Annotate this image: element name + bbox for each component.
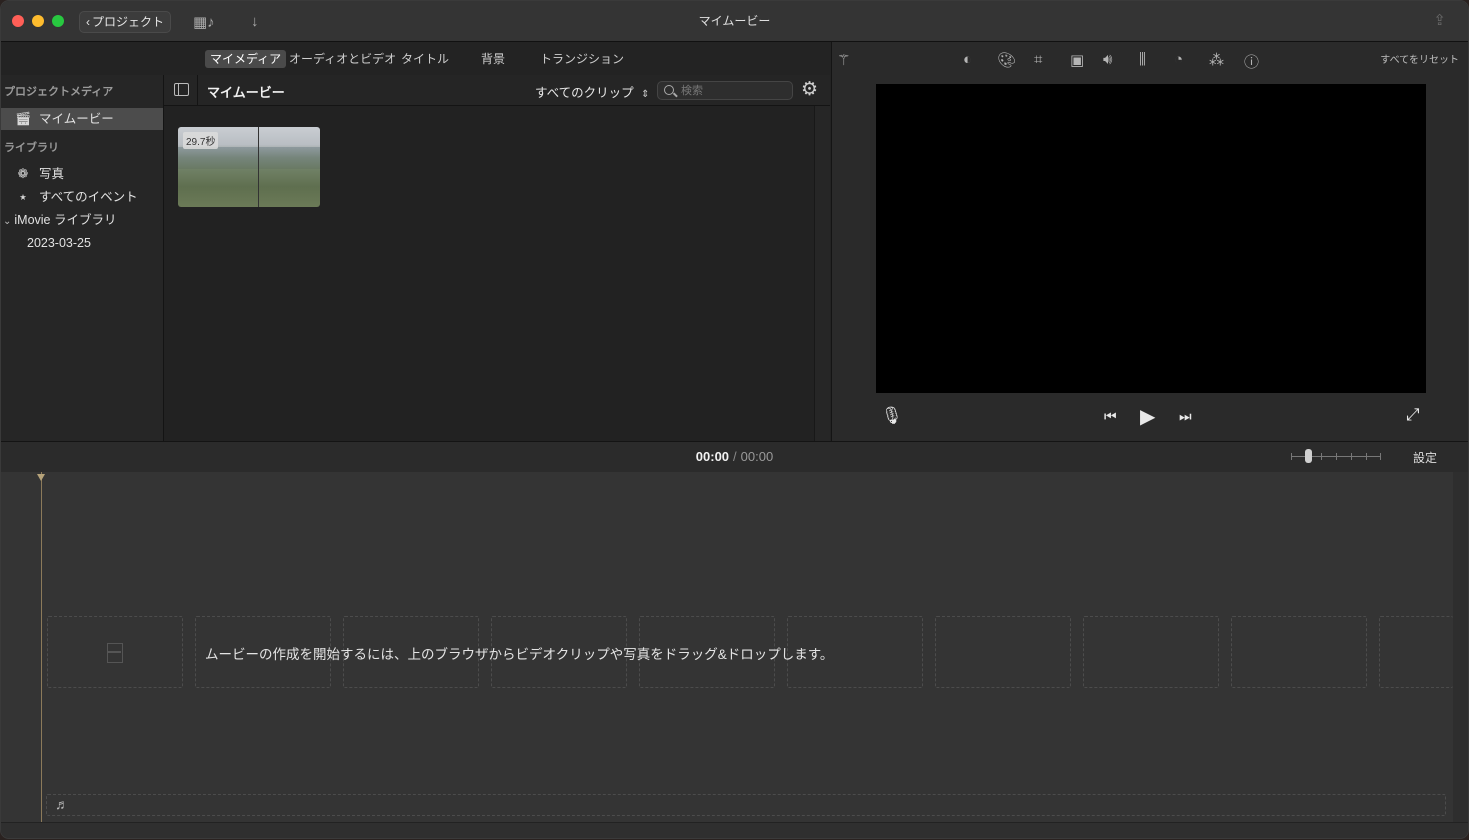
sidebar-item-label: マイムービー	[39, 112, 114, 126]
clip-divider	[258, 127, 259, 207]
video-clip-thumbnail[interactable]: 29.7秒	[178, 127, 320, 207]
info-icon[interactable]: ⓘ	[1244, 51, 1259, 72]
photos-flower-icon: ❁	[17, 166, 29, 181]
filter-icon[interactable]: ⁂	[1209, 51, 1224, 69]
timeline[interactable]: ムービーの作成を開始するには、上のブラウザからビデオクリップや写真をドラッグ&ド…	[1, 472, 1468, 838]
sidebar-item-label: 2023-03-25	[27, 236, 91, 250]
timeline-settings-button[interactable]: 設定	[1413, 449, 1437, 466]
imovie-window: ‹ プロジェクト ▦♪ ↓ マイムービー ⇪ マイメディア オーディオとビデオ タ…	[0, 0, 1469, 839]
sidebar-item-label: 写真	[39, 167, 65, 181]
search-icon	[664, 85, 674, 95]
up-down-chevron-icon: ⇕	[641, 89, 650, 100]
slider-tick	[1351, 453, 1352, 460]
volume-icon[interactable]: 🔊︎	[1103, 51, 1112, 68]
time-separator: /	[733, 449, 737, 464]
clip-placeholder	[1231, 616, 1367, 688]
sidebar-item-label: すべてのイベント	[39, 190, 138, 204]
search-input[interactable]	[681, 83, 786, 98]
tab-titles[interactable]: タイトル	[396, 50, 454, 68]
slider-knob[interactable]	[1305, 449, 1312, 463]
slider-tick	[1380, 453, 1381, 460]
share-icon[interactable]: ⇪	[1433, 11, 1446, 29]
video-preview	[876, 84, 1426, 393]
browser-tabs: マイメディア オーディオとビデオ タイトル 背景 トランジション	[1, 42, 830, 74]
magic-wand-icon[interactable]: ⚚	[837, 51, 850, 69]
chevron-down-icon[interactable]: ⌄	[3, 216, 11, 227]
clip-placeholder	[1083, 616, 1219, 688]
crop-icon[interactable]: ⌗	[1034, 51, 1042, 68]
library-header: ライブラリ	[4, 142, 59, 154]
tab-my-media[interactable]: マイメディア	[205, 50, 287, 68]
slider-tick	[1366, 453, 1367, 460]
viewer-pane: ⚚ ◐ 🎨︎ ⌗ ▣ 🔊︎ ⫼ ◔ ⁂ ⓘ すべてをリセット 🎙︎ ⏮︎ ▶ ⏭…	[831, 42, 1468, 441]
sidebar-toggle-icon[interactable]	[174, 83, 189, 96]
gear-icon[interactable]: ⚙	[801, 80, 818, 100]
sidebar-item-label: iMovie ライブラリ	[14, 213, 117, 227]
empty-timeline-message: ムービーの作成を開始するには、上のブラウザからビデオクリップや写真をドラッグ&ド…	[205, 647, 834, 662]
media-browser: 29.7秒	[164, 106, 814, 441]
timeline-bottom-bar	[1, 822, 1468, 838]
divider	[197, 75, 198, 105]
color-correction-icon[interactable]: 🎨︎	[997, 51, 1016, 69]
browser-header: マイムービー すべてのクリップ ⇕ ⚙	[164, 75, 830, 106]
sidebar-item-all-events[interactable]: ⭑ すべてのイベント	[1, 186, 163, 208]
playhead[interactable]	[41, 472, 42, 822]
music-note-icon: ♬	[55, 796, 69, 812]
search-field[interactable]	[657, 81, 793, 100]
clip-image	[178, 147, 320, 169]
sidebar-item-event[interactable]: 2023-03-25	[1, 232, 163, 254]
sidebar-item-my-movie[interactable]: 🎬︎ マイムービー	[1, 108, 163, 130]
play-icon[interactable]: ▶	[1140, 404, 1155, 429]
zoom-slider[interactable]	[1291, 449, 1381, 463]
current-time: 00:00	[695, 449, 730, 464]
clip-placeholder	[1379, 616, 1453, 688]
clip-filter-value: すべてのクリップ	[535, 86, 634, 100]
timeline-scrollbar[interactable]	[1453, 472, 1468, 822]
tab-backgrounds[interactable]: 背景	[476, 50, 510, 68]
star-icon: ⭑	[19, 189, 27, 204]
slider-tick	[1321, 453, 1322, 460]
reset-all-button[interactable]: すべてをリセット	[1380, 51, 1459, 66]
film-icon	[107, 643, 123, 663]
window-title: マイムービー	[698, 14, 771, 28]
playhead-marker-icon[interactable]	[37, 474, 45, 481]
clip-duration-badge: 29.7秒	[183, 132, 219, 149]
project-media-header: プロジェクトメディア	[4, 86, 114, 98]
speed-icon[interactable]: ◔	[1174, 51, 1183, 68]
sidebar-item-photos[interactable]: ❁ 写真	[1, 163, 163, 185]
clip-filter-select[interactable]: すべてのクリップ ⇕	[535, 82, 650, 101]
title-bar: ‹ プロジェクト ▦♪ ↓ マイムービー ⇪	[1, 1, 1468, 42]
fullscreen-icon[interactable]: ⤢	[1406, 405, 1420, 425]
timeline-toolbar: 00:00/00:00 設定	[1, 441, 1468, 473]
slider-tick	[1291, 453, 1292, 460]
browser-scrollbar[interactable]	[814, 106, 830, 441]
tab-audio-video[interactable]: オーディオとビデオ	[284, 50, 401, 68]
color-balance-icon[interactable]: ◐	[963, 51, 972, 68]
total-time: 00:00	[740, 449, 774, 464]
equalizer-icon[interactable]: ⫼	[1139, 51, 1146, 68]
sidebar-item-imovie-library[interactable]: ⌄ iMovie ライブラリ	[1, 209, 163, 231]
library-sidebar: プロジェクトメディア 🎬︎ マイムービー ライブラリ ❁ 写真 ⭑ すべてのイベント …	[1, 75, 164, 441]
skip-forward-icon[interactable]: ⏭︎	[1179, 408, 1192, 425]
tab-transitions[interactable]: トランジション	[535, 50, 629, 68]
microphone-icon[interactable]: 🎙︎	[881, 406, 903, 426]
clip-placeholder	[935, 616, 1071, 688]
skip-back-icon[interactable]: ⏮︎	[1104, 408, 1117, 425]
slider-tick	[1336, 453, 1337, 460]
stabilization-icon[interactable]: ▣	[1070, 51, 1084, 69]
clip-placeholder	[47, 616, 183, 688]
clapperboard-icon: 🎬︎	[15, 111, 32, 126]
browser-title: マイムービー	[207, 85, 285, 100]
timecode: 00:00/00:00	[1, 449, 1468, 464]
audio-track[interactable]: ♬	[46, 794, 1446, 816]
